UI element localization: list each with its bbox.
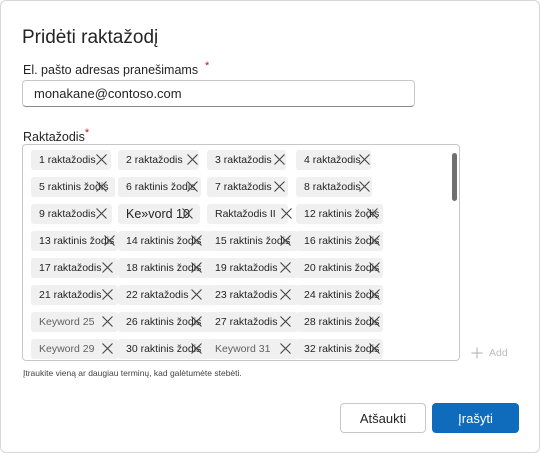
close-icon[interactable]: [358, 180, 371, 193]
keyword-tag-label: 2 raktažodis: [126, 154, 183, 166]
keyword-tag: 27 raktažodis: [207, 312, 298, 332]
keywords-label: Raktažodis*: [23, 127, 90, 144]
keyword-tag: 17 raktažodis: [31, 258, 118, 278]
keyword-tag-label: 21 raktažodis: [39, 289, 102, 301]
add-keyword-button[interactable]: Add: [471, 344, 508, 362]
email-label: El. pašto adresas pranešimams *: [23, 60, 210, 77]
keyword-tag-label: 8 raktažodis: [304, 181, 361, 193]
close-icon[interactable]: [279, 315, 292, 328]
keyword-tag: Raktažodis II: [207, 204, 292, 224]
keyword-tag: Keyword 29: [31, 339, 118, 359]
keyword-tag: 28 raktinis žodis: [296, 312, 383, 332]
close-icon[interactable]: [273, 153, 286, 166]
close-icon[interactable]: [190, 288, 203, 301]
keyword-tag: Ke»vord 10: [118, 204, 200, 224]
close-icon[interactable]: [95, 180, 108, 193]
keyword-tag: 24 raktinis žodis: [296, 285, 383, 305]
close-icon[interactable]: [101, 261, 114, 274]
close-icon[interactable]: [190, 234, 203, 247]
close-icon[interactable]: [95, 207, 108, 220]
keyword-tag: 6 raktinis žodis: [118, 177, 201, 197]
keyword-tag: 23 raktažodis: [207, 285, 298, 305]
close-icon[interactable]: [368, 261, 381, 274]
keyword-tag-label: 9 raktažodis: [39, 208, 96, 220]
keyword-tag: 12 raktinis žodis: [296, 204, 383, 224]
close-icon[interactable]: [95, 153, 108, 166]
keyword-tag-label: Keyword 25: [39, 316, 95, 328]
close-icon[interactable]: [366, 207, 379, 220]
keyword-tag: 3 raktažodis: [207, 150, 286, 170]
keywords-tag-box[interactable]: 1 raktažodis 2 raktažodis 3 raktažodis 4 ra…: [22, 144, 460, 361]
keyword-tag-label: 17 raktažodis: [39, 262, 102, 274]
close-icon[interactable]: [101, 315, 114, 328]
required-mark: *: [84, 127, 90, 139]
keyword-tag: 13 raktinis žodis: [31, 231, 118, 251]
close-icon[interactable]: [368, 288, 381, 301]
keyword-tag: 7 raktažodis: [207, 177, 288, 197]
close-icon[interactable]: [101, 288, 114, 301]
keyword-tag: 1 raktažodis: [31, 150, 111, 170]
keyword-tag: 32 raktinis žodis: [296, 339, 383, 359]
keyword-tag: 30 raktinis žodis: [118, 339, 209, 359]
dialog-title: Pridėti raktažodį: [22, 27, 159, 48]
add-keyword-dialog: Pridėti raktažodį El. pašto adresas pran…: [0, 0, 540, 453]
keywords-hint: Įtraukite vieną ar daugiau terminų, kad …: [23, 368, 242, 378]
keyword-tag: Keyword 25: [31, 312, 118, 332]
close-icon[interactable]: [279, 342, 292, 355]
close-icon[interactable]: [181, 207, 194, 220]
keyword-tag: 16 raktinis žodis: [296, 231, 383, 251]
keyword-tag: 19 raktažodis: [207, 258, 298, 278]
close-icon[interactable]: [190, 315, 203, 328]
keyword-tag: 18 raktinis žodis: [118, 258, 209, 278]
keyword-tag-label: 7 raktažodis: [215, 181, 272, 193]
keyword-tag-label: 1 raktažodis: [39, 154, 96, 166]
plus-icon: [471, 347, 483, 359]
close-icon[interactable]: [279, 288, 292, 301]
email-field[interactable]: [22, 80, 415, 107]
keyword-tag-label: 4 raktažodis: [304, 154, 361, 166]
keyword-tag-label: Keyword 29: [39, 343, 95, 355]
close-icon[interactable]: [280, 207, 293, 220]
keyword-tag-label: 27 raktažodis: [215, 316, 278, 328]
keyword-tag: 22 raktažodis: [118, 285, 209, 305]
keyword-tag: 2 raktažodis: [118, 150, 199, 170]
close-icon[interactable]: [279, 234, 292, 247]
keyword-tag: 5 raktinis žodis: [31, 177, 115, 197]
keyword-tag-label: 19 raktažodis: [215, 262, 278, 274]
close-icon[interactable]: [190, 342, 203, 355]
keyword-tag-label: 3 raktažodis: [215, 154, 272, 166]
keyword-tag: 15 raktinis žodis: [207, 231, 298, 251]
keyword-tag: 14 raktinis žodis: [118, 231, 209, 251]
close-icon[interactable]: [273, 180, 286, 193]
keyword-tag-label: Raktažodis II: [215, 208, 276, 220]
close-icon[interactable]: [368, 234, 381, 247]
close-icon[interactable]: [186, 153, 199, 166]
keyword-tag: 9 raktažodis: [31, 204, 112, 224]
keyword-tag: 21 raktažodis: [31, 285, 118, 305]
keyword-tag: 8 raktažodis: [296, 177, 372, 197]
close-icon[interactable]: [186, 180, 199, 193]
email-label-text: El. pašto adresas pranešimams: [23, 63, 199, 77]
close-icon[interactable]: [358, 153, 371, 166]
keyword-tag-label: 23 raktažodis: [215, 289, 278, 301]
close-icon[interactable]: [368, 315, 381, 328]
keyword-tag: 4 raktažodis: [296, 150, 371, 170]
keyword-tag: 26 raktinis žodis: [118, 312, 209, 332]
scrollbar-thumb[interactable]: [452, 153, 457, 201]
keyword-tag-label: 22 raktažodis: [126, 289, 189, 301]
keywords-label-text: Raktažodis: [23, 130, 85, 144]
close-icon[interactable]: [101, 342, 114, 355]
add-keyword-label: Add: [489, 347, 508, 359]
keyword-tag-label: Keyword 31: [215, 343, 271, 355]
close-icon[interactable]: [103, 234, 116, 247]
keyword-tag: 20 raktinis žodis: [296, 258, 383, 278]
cancel-button[interactable]: Atšaukti: [340, 403, 426, 433]
keywords-scrollbar[interactable]: [450, 145, 459, 360]
close-icon[interactable]: [190, 261, 203, 274]
required-mark: *: [205, 60, 210, 72]
close-icon[interactable]: [279, 261, 292, 274]
keyword-tag: Keyword 31: [207, 339, 298, 359]
close-icon[interactable]: [368, 342, 381, 355]
save-button[interactable]: Įrašyti: [432, 403, 519, 433]
